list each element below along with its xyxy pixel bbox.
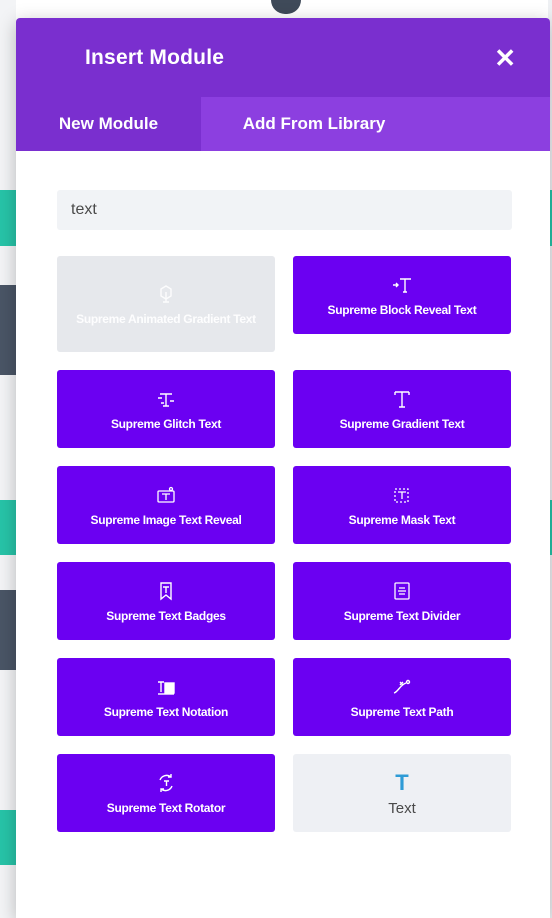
- module-card-supreme-animated-gradient-text: Supreme Animated Gradient Text: [57, 256, 275, 352]
- module-card-supreme-text-notation[interactable]: Supreme Text Notation: [57, 658, 275, 736]
- modal-content: Supreme Animated Gradient Text Supreme Bl…: [16, 151, 550, 832]
- close-icon[interactable]: ✕: [494, 45, 516, 71]
- modal-tabs: New Module Add From Library: [16, 97, 550, 151]
- text-icon: T: [395, 771, 408, 795]
- module-card-supreme-text-path[interactable]: Supreme Text Path: [293, 658, 511, 736]
- tab-new-module[interactable]: New Module: [16, 97, 201, 151]
- gradient-text-icon: [391, 387, 413, 411]
- text-path-icon: [391, 675, 413, 699]
- module-card-label: Text: [388, 799, 416, 817]
- background-strip: [0, 190, 16, 246]
- modal-pointer: [271, 0, 301, 14]
- module-card-supreme-gradient-text[interactable]: Supreme Gradient Text: [293, 370, 511, 448]
- module-card-label: Supreme Text Badges: [106, 608, 226, 623]
- module-card-supreme-image-text-reveal[interactable]: Supreme Image Text Reveal: [57, 466, 275, 544]
- module-card-label: Supreme Animated Gradient Text: [76, 311, 256, 326]
- module-grid: Supreme Animated Gradient Text Supreme Bl…: [57, 256, 512, 832]
- background-strip: [0, 285, 16, 375]
- background-strip: [0, 590, 16, 670]
- module-card-label: Supreme Text Rotator: [106, 800, 226, 815]
- module-card-supreme-text-divider[interactable]: Supreme Text Divider: [293, 562, 511, 640]
- text-rotator-icon: [155, 771, 177, 795]
- text-badges-icon: [155, 579, 177, 603]
- module-card-label: Supreme Text Path: [350, 704, 454, 719]
- background-strip: [0, 500, 16, 555]
- module-card-label: Supreme Text Notation: [103, 704, 229, 719]
- module-card-label: Supreme Mask Text: [348, 512, 456, 527]
- image-text-reveal-icon: [155, 483, 177, 507]
- module-card-supreme-block-reveal-text[interactable]: Supreme Block Reveal Text: [293, 256, 511, 334]
- module-card-supreme-text-rotator[interactable]: Supreme Text Rotator: [57, 754, 275, 832]
- text-divider-icon: [391, 579, 413, 603]
- module-card-label: Supreme Block Reveal Text: [327, 302, 477, 317]
- glitch-text-icon: [155, 387, 177, 411]
- module-search-input[interactable]: [57, 190, 512, 230]
- background-page-left: [0, 0, 16, 918]
- module-card-label: Supreme Gradient Text: [339, 416, 465, 431]
- tab-add-from-library[interactable]: Add From Library: [201, 97, 427, 151]
- modal-title: Insert Module: [85, 45, 225, 69]
- module-card-label: Supreme Image Text Reveal: [90, 512, 242, 527]
- module-card-label: Supreme Glitch Text: [110, 416, 222, 431]
- block-reveal-icon: [391, 273, 413, 297]
- mask-text-icon: [391, 483, 413, 507]
- text-notation-icon: [155, 675, 177, 699]
- text-glyph: T: [395, 769, 409, 795]
- module-card-supreme-text-badges[interactable]: Supreme Text Badges: [57, 562, 275, 640]
- background-strip: [0, 810, 16, 865]
- module-card-supreme-glitch-text[interactable]: Supreme Glitch Text: [57, 370, 275, 448]
- module-card-label: Supreme Text Divider: [343, 608, 461, 623]
- insert-module-modal: Insert Module ✕ New Module Add From Libr…: [16, 18, 550, 918]
- module-card-text[interactable]: T Text: [293, 754, 511, 832]
- modal-header: Insert Module ✕: [16, 18, 550, 97]
- animated-gradient-icon: [155, 282, 177, 306]
- module-card-supreme-mask-text[interactable]: Supreme Mask Text: [293, 466, 511, 544]
